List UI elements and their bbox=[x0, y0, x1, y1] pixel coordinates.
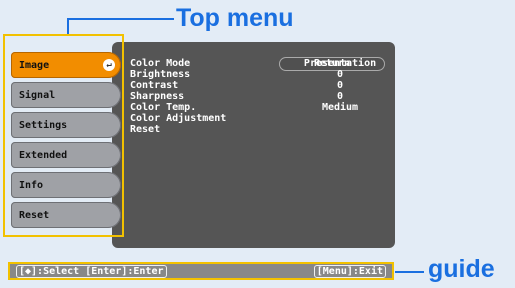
submenu-row-reset[interactable]: Reset bbox=[130, 124, 385, 135]
sidebar-item-label: Reset bbox=[19, 209, 50, 221]
guide-bar: [◆]:Select [Enter]:Enter [Menu]:Exit bbox=[8, 262, 394, 280]
row-label: Color Mode bbox=[130, 58, 191, 69]
row-value: 0 bbox=[336, 69, 344, 80]
top-menu-sidebar: Image ↵ Signal Settings Extended Info Re… bbox=[11, 52, 121, 232]
sidebar-item-label: Signal bbox=[19, 89, 56, 101]
top-callout-line bbox=[67, 18, 174, 20]
sidebar-item-info[interactable]: Info bbox=[11, 172, 121, 198]
guide-callout-line bbox=[395, 271, 424, 273]
submenu-row-sharpness[interactable]: Sharpness 0 bbox=[130, 91, 385, 102]
image-submenu: Color Mode Presentation Brightness 0 Con… bbox=[130, 58, 385, 135]
submenu-row-color-temp[interactable]: Color Temp. Medium bbox=[130, 102, 385, 113]
submenu-row-brightness[interactable]: Brightness 0 bbox=[130, 69, 385, 80]
enter-icon: ↵ bbox=[103, 59, 115, 71]
row-label: Color Adjustment bbox=[130, 113, 227, 124]
row-value: 0 bbox=[336, 80, 344, 91]
sidebar-item-label: Image bbox=[19, 59, 50, 71]
sidebar-item-signal[interactable]: Signal bbox=[11, 82, 121, 108]
top-menu-callout: Top menu bbox=[176, 4, 294, 32]
row-value: Presentation bbox=[303, 58, 377, 69]
sidebar-item-label: Settings bbox=[19, 119, 68, 131]
row-label: Sharpness bbox=[130, 91, 185, 102]
row-label: Contrast bbox=[130, 80, 179, 91]
sidebar-item-settings[interactable]: Settings bbox=[11, 112, 121, 138]
sidebar-item-label: Extended bbox=[19, 149, 68, 161]
submenu-row-contrast[interactable]: Contrast 0 bbox=[130, 80, 385, 91]
row-value: 0 bbox=[336, 91, 344, 102]
row-label: Reset bbox=[130, 124, 161, 135]
row-value bbox=[295, 124, 385, 135]
submenu-row-color-adjustment[interactable]: Color Adjustment bbox=[130, 113, 385, 124]
top-callout-drop bbox=[67, 18, 69, 35]
row-value bbox=[295, 113, 385, 124]
sidebar-item-reset[interactable]: Reset bbox=[11, 202, 121, 228]
row-label: Color Temp. bbox=[130, 102, 197, 113]
guide-select-enter: [◆]:Select [Enter]:Enter bbox=[16, 264, 167, 278]
guide-exit: [Menu]:Exit bbox=[313, 264, 386, 278]
row-label: Brightness bbox=[130, 69, 191, 80]
sidebar-item-extended[interactable]: Extended bbox=[11, 142, 121, 168]
submenu-row-color-mode[interactable]: Color Mode Presentation bbox=[130, 58, 385, 69]
row-value: Medium bbox=[321, 102, 359, 113]
sidebar-item-label: Info bbox=[19, 179, 44, 191]
sidebar-item-image[interactable]: Image ↵ bbox=[11, 52, 121, 78]
guide-callout: guide bbox=[428, 255, 495, 283]
